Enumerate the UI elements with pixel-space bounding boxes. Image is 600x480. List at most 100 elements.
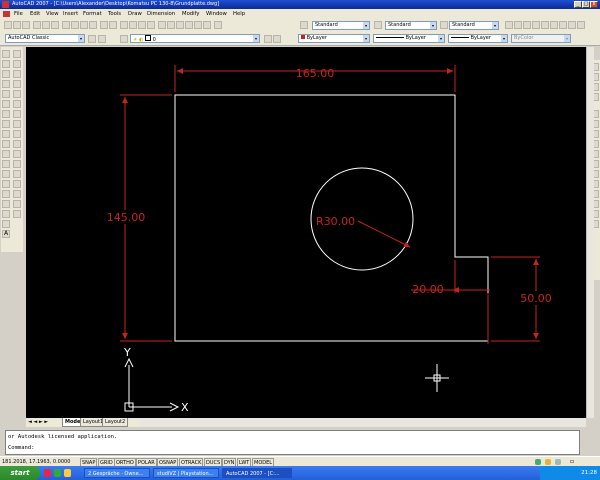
maximize-button[interactable]: □ [582,1,590,8]
redo-icon[interactable] [109,21,117,29]
tab-layout2[interactable]: Layout2 [102,418,129,427]
scale-icon[interactable] [13,120,21,128]
move-icon[interactable] [13,100,21,108]
offset-icon[interactable] [13,80,21,88]
menu-edit[interactable]: Edit [30,11,40,17]
menu-view[interactable]: View [46,11,59,17]
text-style-select[interactable]: Standard ▾ [312,21,370,30]
zoom-scale-icon[interactable] [550,21,558,29]
zoom-center-icon[interactable] [559,21,567,29]
pan-icon[interactable] [120,21,128,29]
start-button[interactable]: start [0,466,40,480]
quick-launch-icon[interactable] [54,469,61,477]
arc-icon[interactable] [2,100,10,108]
quick-launch-icon[interactable] [44,469,51,477]
break-at-point-icon[interactable] [13,160,21,168]
chevron-down-icon[interactable]: ▾ [430,22,436,29]
extend-icon[interactable] [13,150,21,158]
clock[interactable]: 21:28 [581,470,597,476]
chevron-down-icon[interactable]: ▾ [492,22,498,29]
point-icon[interactable] [2,180,10,188]
save-icon[interactable] [22,21,30,29]
command-window[interactable]: or Autodesk licensed application. Comman… [5,430,580,455]
color-select[interactable]: ByLayer ▾ [298,34,370,43]
tab-nav-arrows-icon[interactable]: ◄ ◄ ► ► [28,419,48,425]
document-icon[interactable] [3,11,10,17]
workspace-save-icon[interactable] [98,35,106,43]
dimension-height[interactable]: 145.00 [106,94,172,342]
construction-line-icon[interactable] [2,60,10,68]
minimize-button[interactable]: _ [574,1,582,8]
menu-draw[interactable]: Draw [128,11,142,17]
publish-icon[interactable] [51,21,59,29]
zoom-window-icon[interactable] [138,21,146,29]
circle-icon[interactable] [2,110,10,118]
insert-block-icon[interactable] [2,160,10,168]
dimension-notch-height[interactable]: 50.00 [491,256,554,342]
command-prompt[interactable]: Command: [8,445,35,451]
make-current-layer-icon[interactable] [264,35,272,43]
paste-icon[interactable] [80,21,88,29]
dimension-notch-width[interactable]: 20.00 [411,260,490,344]
task-button-autocad[interactable]: AutoCAD 2007 - [C:... [222,468,292,478]
lineweight-select[interactable]: ByLayer ▾ [448,34,508,43]
region-icon[interactable] [2,210,10,218]
menu-help[interactable]: Help [233,11,245,17]
markup-icon[interactable] [194,21,202,29]
workspace-settings-icon[interactable] [88,35,96,43]
rectangle-icon[interactable] [2,90,10,98]
dim-style-select[interactable]: Standard ▾ [385,21,437,30]
layer-select[interactable]: ☀ ◐ 0 ▾ [130,34,260,43]
chevron-down-icon[interactable]: ▾ [363,22,369,29]
array-icon[interactable] [13,90,21,98]
quick-launch-icon[interactable] [64,469,71,477]
chevron-down-icon[interactable]: ▾ [501,35,507,42]
zoom-extents-icon[interactable] [541,21,549,29]
layer-properties-icon[interactable] [120,35,128,43]
undo-icon[interactable] [100,21,108,29]
menu-insert[interactable]: Insert [63,11,78,17]
zoom-in-icon[interactable] [514,21,522,29]
ellipse-arc-icon[interactable] [2,150,10,158]
layer-previous-icon[interactable] [273,35,281,43]
menu-window[interactable]: Window [206,11,227,17]
multiline-text-icon[interactable]: A [2,230,10,238]
stretch-icon[interactable] [13,130,21,138]
ellipse-icon[interactable] [2,140,10,148]
explode-icon[interactable] [13,210,21,218]
zoom-object-icon[interactable] [568,21,576,29]
zoom-realtime-icon[interactable] [129,21,137,29]
help-icon[interactable] [214,21,222,29]
hatch-icon[interactable] [2,190,10,198]
menu-dimension[interactable]: Dimension [147,11,175,17]
menu-format[interactable]: Format [83,11,102,17]
tool-palettes-icon[interactable] [176,21,184,29]
sheet-set-icon[interactable] [185,21,193,29]
dimension-radius[interactable]: R30.00 [316,215,411,248]
dimension-width[interactable]: 165.00 [174,65,456,92]
chamfer-icon[interactable] [13,190,21,198]
join-icon[interactable] [13,180,21,188]
open-icon[interactable] [13,21,21,29]
gradient-icon[interactable] [2,200,10,208]
plot-preview-icon[interactable] [42,21,50,29]
new-icon[interactable] [4,21,12,29]
tray-settings-icon[interactable] [555,459,561,465]
vertical-scrollbar[interactable] [586,47,594,418]
match-properties-icon[interactable] [89,21,97,29]
plot-icon[interactable] [33,21,41,29]
trim-icon[interactable] [13,140,21,148]
polyline-icon[interactable] [2,70,10,78]
copy-icon[interactable] [71,21,79,29]
menu-modify[interactable]: Modify [182,11,200,17]
rotate-icon[interactable] [13,110,21,118]
chevron-down-icon[interactable]: ▾ [363,35,369,42]
quickcalc-icon[interactable] [203,21,211,29]
line-icon[interactable] [2,50,10,58]
zoom-all-icon[interactable] [532,21,540,29]
properties-icon[interactable] [158,21,166,29]
erase-icon[interactable] [13,50,21,58]
table-icon[interactable] [2,220,10,228]
task-button-browser[interactable]: studiVZ | Playstation... [153,468,219,478]
task-button-chat[interactable]: 2 Gespräche · Owne... [84,468,150,478]
